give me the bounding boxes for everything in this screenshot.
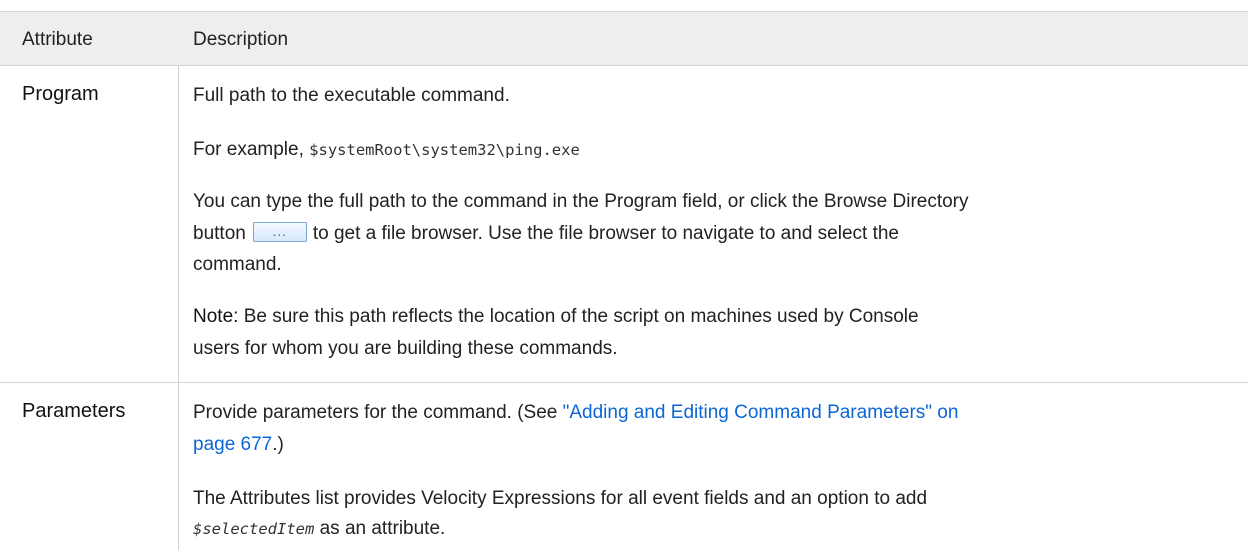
program-note-line-2: users for whom you are building these co… [193, 338, 618, 359]
header-attribute: Attribute [22, 29, 93, 50]
page-reference-link[interactable]: page 677 [193, 434, 272, 455]
parameters-paragraph-line-2: $selectedItem as an attribute. [193, 516, 445, 542]
parameters-paragraph-line-1: The Attributes list provides Velocity Ex… [193, 488, 928, 509]
attribute-name-program: Program [22, 83, 99, 105]
program-description: Full path to the executable command. [193, 85, 510, 106]
adding-editing-parameters-link[interactable]: "Adding and Editing Command Parameters" … [563, 402, 959, 423]
program-paragraph-line-3: command. [193, 254, 282, 275]
program-paragraph-line-2-rest: to get a file browser. Use the file brow… [312, 223, 899, 244]
browse-directory-button[interactable]: ... [252, 221, 307, 242]
table-top-border [0, 11, 1248, 12]
note-text: Be sure this path reflects the location … [238, 306, 919, 327]
example-path: $systemRoot\system32\ping.exe [309, 141, 580, 159]
parameters-suffix: .) [272, 434, 284, 455]
column-divider [178, 65, 179, 550]
program-paragraph-line-2: button... to get a file browser. Use the … [193, 221, 899, 246]
header-description: Description [193, 29, 289, 50]
program-paragraph-line-1: You can type the full path to the comman… [193, 191, 969, 212]
row-divider [0, 382, 1248, 383]
table-header-row [0, 11, 1248, 65]
note-label: Note: [193, 306, 239, 327]
parameters-paragraph-suffix: as an attribute. [314, 518, 446, 539]
parameters-text: Provide parameters for the command. (See [193, 402, 563, 423]
program-note-line-1: Note: Be sure this path reflects the loc… [193, 304, 919, 329]
selected-item-code: $selectedItem [193, 520, 315, 538]
attribute-name-parameters: Parameters [22, 400, 126, 422]
button-word: button [193, 223, 246, 244]
parameters-description-line-2: page 677.) [193, 432, 284, 457]
program-example: For example, $systemRoot\system32\ping.e… [193, 137, 580, 163]
attribute-table: Attribute Description Program Full path … [0, 0, 1248, 550]
parameters-description-line-1: Provide parameters for the command. (See… [193, 400, 958, 425]
example-prefix: For example, [193, 139, 310, 160]
ellipsis-icon: ... [272, 222, 288, 239]
header-divider [0, 65, 1248, 66]
